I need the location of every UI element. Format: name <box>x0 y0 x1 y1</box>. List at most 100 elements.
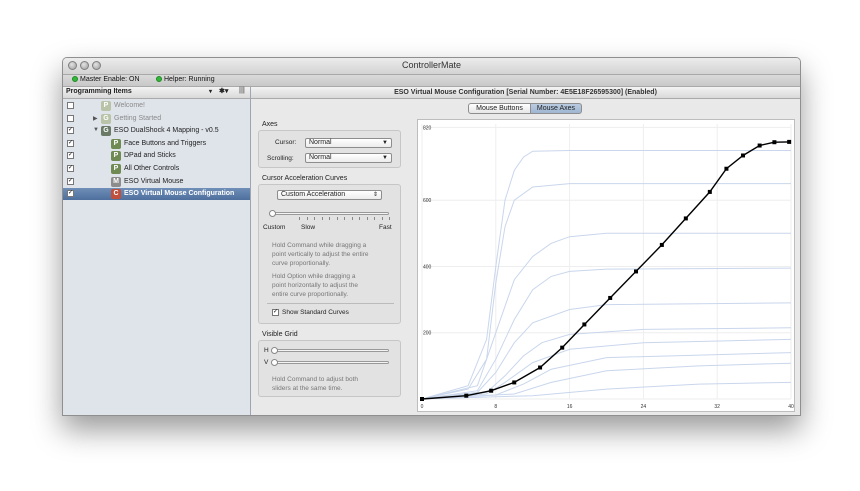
item-type-icon: M <box>111 176 121 187</box>
curve-control-point[interactable] <box>659 242 664 247</box>
tab-mouse-axes[interactable]: Mouse Axes <box>530 103 582 114</box>
y-tick-label: 200 <box>423 331 432 337</box>
sidebar-item[interactable]: ✓ ▼ G ESO DualShock 4 Mapping - v0.5 <box>63 125 250 137</box>
curve-control-point[interactable] <box>707 189 712 194</box>
sidebar-item[interactable]: ✓ P All Other Controls <box>63 163 250 175</box>
hint-grid-sliders: Hold Command to adjust both sliders at th… <box>272 376 358 392</box>
show-standard-curves-label: Show Standard Curves <box>282 309 349 316</box>
curve-control-point[interactable] <box>634 269 639 274</box>
show-standard-curves-checkbox[interactable]: ✓ <box>272 309 279 316</box>
item-type-icon: C <box>111 189 121 200</box>
curve-control-point[interactable] <box>683 216 688 221</box>
curve-control-point[interactable] <box>464 393 469 398</box>
item-enable-checkbox[interactable]: ✓ <box>67 127 74 135</box>
curves-group-box: Custom Acceleration ⇕ Custom Slow Fast Ho… <box>258 184 401 324</box>
curve-control-point[interactable] <box>741 153 746 158</box>
slider-tick <box>381 217 383 220</box>
curve-control-point[interactable] <box>420 397 424 401</box>
sidebar-item[interactable]: ✓ P Face Buttons and Triggers <box>63 138 250 150</box>
curve-control-point[interactable] <box>787 139 792 144</box>
slider-tick <box>321 217 323 220</box>
item-enable-checkbox[interactable]: ✓ <box>67 177 74 185</box>
item-type-icon: P <box>111 151 121 162</box>
item-enable-checkbox[interactable]: ✓ <box>67 152 74 160</box>
acceleration-curve-chart[interactable]: 0 8 16 24 32 40 200 400 600 820 <box>417 119 795 412</box>
acceleration-preset-select[interactable]: Custom Acceleration ⇕ <box>277 190 382 200</box>
disclosure-triangle-icon[interactable]: ▼ <box>93 127 99 133</box>
sidebar-item[interactable]: ✓ C ESO Virtual Mouse Configuration <box>63 188 250 201</box>
axes-group-title: Axes <box>262 121 278 128</box>
item-enable-checkbox[interactable] <box>67 114 74 122</box>
x-tick-label: 32 <box>714 404 720 410</box>
column-resize-icon[interactable]: ||| <box>239 87 245 94</box>
sidebar-header: Programming Items ▾ ✱▾ ||| <box>63 87 250 99</box>
slider-tick <box>306 217 308 220</box>
slider-tick <box>366 217 368 220</box>
chevron-down-icon: ▼ <box>382 155 388 161</box>
sidebar: Programming Items ▾ ✱▾ ||| P Welcome! ▶ G Ge… <box>63 87 251 415</box>
standard-curve-line <box>421 150 791 400</box>
standard-curve-line <box>421 267 792 400</box>
y-tick-label: 820 <box>423 125 432 131</box>
sidebar-item-label: ESO DualShock 4 Mapping - v0.5 <box>114 127 219 135</box>
sidebar-item-label: ESO Virtual Mouse <box>124 177 184 185</box>
item-enable-checkbox[interactable]: ✓ <box>67 190 74 198</box>
curve-control-point[interactable] <box>608 295 613 300</box>
sidebar-item[interactable]: ▶ G Getting Started <box>63 113 250 125</box>
sidebar-title: Programming Items <box>66 88 132 95</box>
sidebar-dropdown-icon[interactable]: ▾ <box>209 88 212 95</box>
sidebar-item-label: DPad and Sticks <box>124 152 176 160</box>
item-enable-checkbox[interactable]: ✓ <box>67 165 74 172</box>
v-grid-slider-knob[interactable] <box>271 359 278 366</box>
item-type-icon: G <box>101 113 111 124</box>
y-tick-label: 400 <box>423 264 432 270</box>
controllermate-window: ControllerMate Master Enable: ON Helper:… <box>62 57 801 416</box>
cursor-label: Cursor: <box>275 139 297 146</box>
sidebar-item-label: Welcome! <box>114 102 145 109</box>
y-tick-label: 600 <box>423 198 432 204</box>
title-bar: ControllerMate <box>63 58 800 75</box>
x-tick-label: 0 <box>421 404 424 410</box>
v-grid-slider-track[interactable] <box>273 361 389 364</box>
acceleration-curve-line <box>421 141 790 400</box>
window-title: ControllerMate <box>401 60 462 70</box>
slider-tick <box>329 217 330 220</box>
scrolling-select[interactable]: Normal ▼ <box>305 153 392 163</box>
v-label: V <box>264 359 269 366</box>
acceleration-slider-knob[interactable] <box>269 210 276 217</box>
curve-control-point[interactable] <box>724 166 729 171</box>
status-dot-icon <box>156 76 162 82</box>
status-dot-icon <box>72 76 78 82</box>
acceleration-slider-track[interactable] <box>273 212 389 215</box>
sidebar-item-label: ESO Virtual Mouse Configuration <box>124 190 235 198</box>
h-grid-slider-track[interactable] <box>273 349 389 352</box>
item-type-icon: P <box>111 164 121 174</box>
hint-option-drag: Hold Option while dragging a point horizo… <box>272 273 358 298</box>
sidebar-item[interactable]: P Welcome! <box>63 100 250 112</box>
curve-control-point[interactable] <box>489 388 494 393</box>
sidebar-item[interactable]: ✓ M ESO Virtual Mouse <box>63 176 250 188</box>
curve-control-point[interactable] <box>560 345 565 350</box>
grid-group-title: Visible Grid <box>262 331 298 338</box>
item-type-icon: P <box>101 101 111 111</box>
axes-group-box: Cursor: Normal ▼ Scrolling: Normal ▼ <box>258 130 401 168</box>
master-enable-status[interactable]: Master Enable: ON <box>72 76 140 83</box>
helper-status[interactable]: Helper: Running <box>156 76 215 83</box>
slider-tick <box>389 217 390 220</box>
item-enable-checkbox[interactable]: ✓ <box>67 139 74 147</box>
h-grid-slider-knob[interactable] <box>271 347 278 354</box>
curve-control-point[interactable] <box>582 322 587 327</box>
item-enable-checkbox[interactable] <box>67 102 74 109</box>
x-tick-label: 16 <box>567 404 573 410</box>
sidebar-item[interactable]: ✓ P DPad and Sticks <box>63 150 250 162</box>
gear-icon[interactable]: ✱▾ <box>219 87 228 95</box>
curve-control-point[interactable] <box>757 143 762 148</box>
main-panel: ESO Virtual Mouse Configuration [Serial … <box>251 87 800 415</box>
cursor-select[interactable]: Normal ▼ <box>305 138 392 148</box>
disclosure-triangle-icon[interactable]: ▶ <box>93 115 98 122</box>
curve-control-point[interactable] <box>772 140 777 145</box>
acceleration-curve-svg[interactable]: 0 8 16 24 32 40 200 400 600 820 <box>418 120 794 411</box>
tab-mouse-buttons[interactable]: Mouse Buttons <box>468 103 531 114</box>
curve-control-point[interactable] <box>512 380 517 385</box>
curve-control-point[interactable] <box>538 365 543 370</box>
